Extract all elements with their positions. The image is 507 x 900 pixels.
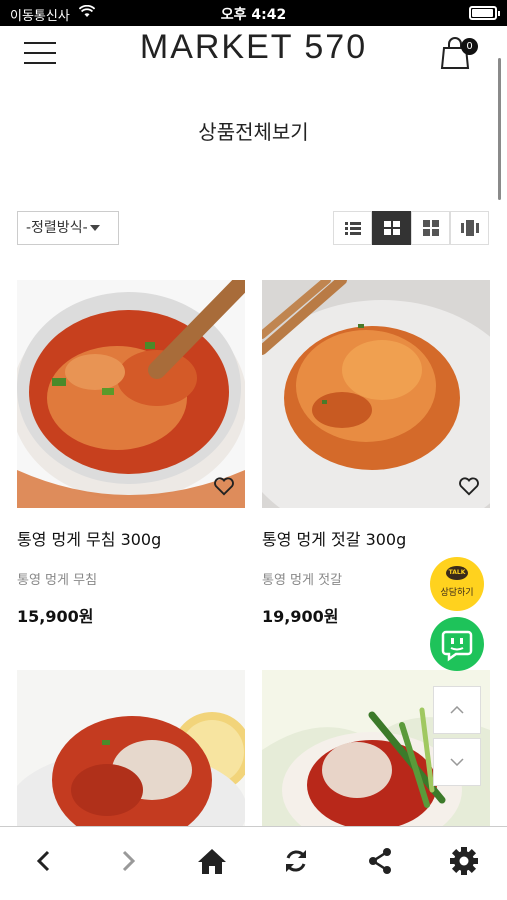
product-image[interactable] [17,670,245,826]
back-button[interactable] [26,843,62,879]
talk-label: 상담하기 [440,588,474,598]
product-subtitle: 통영 멍게 무침 [17,573,98,588]
chat-button[interactable] [430,617,484,671]
scroll-bottom-button[interactable] [433,738,481,786]
gallery-view-icon [460,220,479,236]
product-card[interactable] [17,670,245,826]
clock: 오후 4:42 [220,7,287,23]
grid-2-view-button[interactable] [372,211,411,245]
kakao-talk-button[interactable]: TALK 상담하기 [430,557,484,611]
grid-small-view-button[interactable] [411,211,450,245]
settings-button[interactable] [446,843,482,879]
product-price: 15,900원 [17,607,94,626]
sort-select[interactable]: -정렬방식- [17,211,119,245]
dropdown-arrow-icon [89,225,100,231]
battery-icon [469,6,500,20]
site-logo[interactable]: MARKET 570 [0,28,507,67]
chat-icon [441,630,473,662]
cart-button[interactable]: 0 [440,34,480,70]
list-view-button[interactable] [333,211,372,245]
heart-icon[interactable] [213,476,235,496]
forward-icon [122,850,136,872]
home-button[interactable] [194,843,230,879]
product-name[interactable]: 통영 멍게 무침 300g [17,526,245,550]
chevron-down-icon [450,758,464,766]
page-title: 상품전체보기 [198,120,309,144]
grid-small-icon [422,220,439,236]
talk-icon: TALK [446,566,468,580]
status-bar: 이동통신사 오후 4:42 [0,0,507,26]
sort-label: -정렬방식- [26,220,88,236]
refresh-icon [286,850,306,872]
heart-icon[interactable] [458,476,480,496]
share-icon [369,848,391,874]
product-name[interactable]: 통영 멍게 젓갈 300g [262,526,490,550]
cart-count-badge: 0 [461,38,478,55]
site-header: MARKET 570 0 [0,26,507,82]
settings-icon [450,847,478,875]
gallery-view-button[interactable] [450,211,489,245]
product-image[interactable] [17,280,245,508]
grid-2-icon [383,221,400,235]
scroll-top-button[interactable] [433,686,481,734]
view-mode-switcher [333,211,491,245]
product-image[interactable] [262,280,490,508]
refresh-button[interactable] [278,843,314,879]
home-icon [198,849,226,874]
product-card[interactable]: 통영 멍게 무침 300g 통영 멍게 무침 15,900원 [17,280,245,627]
share-button[interactable] [362,843,398,879]
back-icon [36,850,50,872]
browser-toolbar [0,826,507,900]
forward-button[interactable] [110,843,146,879]
list-view-icon [344,221,361,235]
chevron-up-icon [450,706,464,714]
